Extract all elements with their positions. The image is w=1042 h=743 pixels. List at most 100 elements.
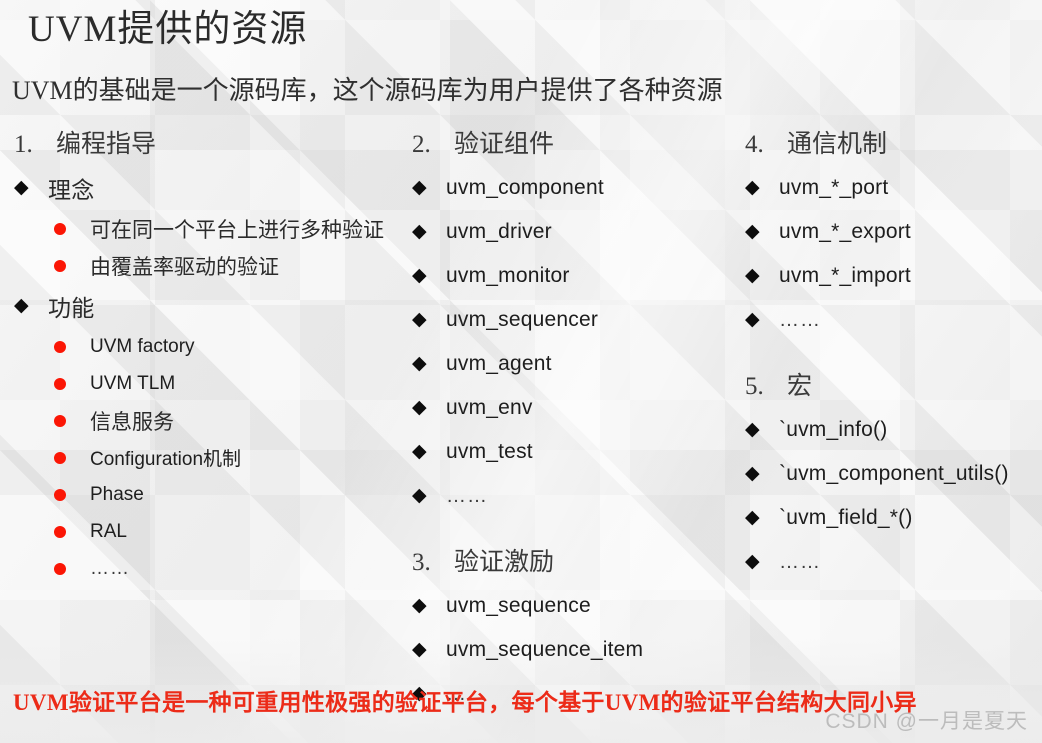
outline-item-bullet: …… <box>14 550 410 587</box>
outline-item-label: UVM factory <box>90 335 195 357</box>
outline-item-diamond: ◆ uvm_sequence_item <box>412 628 742 672</box>
diamond-bullet-icon: ◆ <box>745 220 760 242</box>
diamond-bullet-icon: ◆ <box>412 484 427 506</box>
outline-item-label: uvm_*_port <box>779 176 889 199</box>
diamond-bullet-icon: ◆ <box>412 594 427 616</box>
diamond-bullet-icon: ◆ <box>14 176 29 198</box>
section-number: 2. <box>412 131 431 158</box>
subtitle-text: UVM的基础是一个源码库，这个源码库为用户提供了各种资源 <box>12 76 723 105</box>
outline-item-label: `uvm_field_*() <box>779 506 913 529</box>
slide-content: UVM提供的资源 UVM的基础是一个源码库，这个源码库为用户提供了各种资源 1.… <box>0 0 1042 743</box>
outline-item-label: 信息服务 <box>90 409 174 434</box>
diamond-bullet-icon: ◆ <box>745 506 760 528</box>
page-title: UVM提供的资源 <box>28 9 308 50</box>
diamond-bullet-icon: ◆ <box>745 418 760 440</box>
red-dot-bullet-icon <box>54 525 90 538</box>
content-column-1: 1. 编程指导 ◆ 理念 可在同一个平台上进行多种验证 由覆盖率驱动的验证 ◆ 功能 UVM f… <box>14 130 410 587</box>
section-number: 3. <box>412 549 431 576</box>
red-dot-bullet-icon <box>54 340 90 353</box>
content-column-3: 4. 通信机制 ◆ uvm_*_port ◆ uvm_*_export ◆ uvm_*_imp… <box>745 130 1042 584</box>
section-heading-col-2-0: 2. 验证组件 <box>412 130 742 160</box>
diamond-bullet-icon: ◆ <box>412 440 427 462</box>
outline-item-diamond: ◆ uvm_env <box>412 386 742 430</box>
outline-item-label: uvm_sequence_item <box>446 638 644 661</box>
outline-item-bullet: RAL <box>14 513 410 550</box>
bottom-emphasis-note: UVM验证平台是一种可重用性极强的验证平台，每个基于UVM的验证平台结构大同小异 <box>13 690 917 715</box>
section-heading-col-1-0: 1. 编程指导 <box>14 130 410 160</box>
outline-item-label: UVM TLM <box>90 372 176 394</box>
outline-item-label: 功能 <box>48 296 95 321</box>
outline-item-diamond: ◆ …… <box>745 298 1042 342</box>
diamond-bullet-icon: ◆ <box>412 264 427 286</box>
diamond-bullet-icon: ◆ <box>412 396 427 418</box>
diamond-bullet-icon: ◆ <box>745 264 760 286</box>
diamond-bullet-icon: ◆ <box>412 308 427 330</box>
red-dot-bullet-icon <box>54 451 90 464</box>
section-heading-col-2-1: 3. 验证激励 <box>412 548 742 578</box>
section-heading-label: 宏 <box>787 373 813 400</box>
section-heading-label: 验证组件 <box>454 131 555 158</box>
red-dot-bullet-icon <box>54 562 90 575</box>
diamond-bullet-icon: ◆ <box>412 352 427 374</box>
outline-item-diamond: ◆ …… <box>745 540 1042 584</box>
outline-item-diamond: ◆ uvm_component <box>412 166 742 210</box>
outline-item-label: uvm_driver <box>446 220 552 243</box>
section-number: 4. <box>745 131 764 158</box>
slide-canvas: UVM提供的资源 UVM的基础是一个源码库，这个源码库为用户提供了各种资源 1.… <box>0 0 1042 743</box>
outline-item-label: `uvm_info() <box>779 418 888 441</box>
outline-item-diamond: ◆ uvm_sequence <box>412 584 742 628</box>
outline-item-bullet: UVM TLM <box>14 365 410 402</box>
outline-item-label: uvm_component <box>446 176 604 199</box>
outline-item-label: uvm_sequence <box>446 594 591 617</box>
outline-item-diamond: ◆ uvm_*_port <box>745 166 1042 210</box>
diamond-bullet-icon: ◆ <box>412 220 427 242</box>
outline-item-bullet: 由覆盖率驱动的验证 <box>14 247 410 284</box>
outline-item-bullet: UVM factory <box>14 328 410 365</box>
red-dot-bullet-icon <box>54 488 90 501</box>
outline-item-diamond: ◆ uvm_*_import <box>745 254 1042 298</box>
diamond-bullet-icon: ◆ <box>412 638 427 660</box>
outline-item-bullet: Phase <box>14 476 410 513</box>
section-heading-label: 编程指导 <box>56 131 157 158</box>
diamond-bullet-icon: ◆ <box>745 550 760 572</box>
outline-item-label: uvm_*_import <box>779 264 911 287</box>
outline-item-diamond: ◆ uvm_test <box>412 430 742 474</box>
outline-item-label: uvm_monitor <box>446 264 570 287</box>
diamond-bullet-icon: ◆ <box>745 462 760 484</box>
red-dot-bullet-icon <box>54 414 90 427</box>
outline-item-bullet: Configuration机制 <box>14 439 410 476</box>
outline-item-bullet: 信息服务 <box>14 402 410 439</box>
outline-item-diamond: ◆ `uvm_component_utils() <box>745 452 1042 496</box>
outline-item-diamond: ◆ uvm_driver <box>412 210 742 254</box>
diamond-bullet-icon: ◆ <box>412 176 427 198</box>
red-dot-bullet-icon <box>54 222 90 235</box>
outline-item-label: …… <box>446 484 488 507</box>
outline-item-diamond: ◆ uvm_*_export <box>745 210 1042 254</box>
diamond-bullet-icon: ◆ <box>745 176 760 198</box>
outline-item-label: uvm_sequencer <box>446 308 599 331</box>
outline-item-diamond: ◆ 理念 <box>14 166 410 210</box>
outline-item-label: 理念 <box>48 178 95 203</box>
section-number: 1. <box>14 131 33 158</box>
section-heading-label: 通信机制 <box>787 131 888 158</box>
red-dot-bullet-icon <box>54 259 90 272</box>
outline-item-label: 可在同一个平台上进行多种验证 <box>90 217 384 242</box>
outline-item-label: Phase <box>90 483 144 505</box>
section-heading-col-3-1: 5. 宏 <box>745 372 1042 402</box>
outline-item-diamond: ◆ uvm_monitor <box>412 254 742 298</box>
outline-item-label: `uvm_component_utils() <box>779 462 1009 485</box>
content-column-2: 2. 验证组件 ◆ uvm_component ◆ uvm_driver ◆ uvm_moni… <box>412 130 742 716</box>
outline-item-label: …… <box>779 308 821 331</box>
section-number: 5. <box>745 373 764 400</box>
outline-item-label: …… <box>90 557 130 579</box>
outline-item-label: 由覆盖率驱动的验证 <box>90 254 279 279</box>
diamond-bullet-icon: ◆ <box>745 308 760 330</box>
section-heading-col-3-0: 4. 通信机制 <box>745 130 1042 160</box>
outline-item-label: …… <box>779 550 821 573</box>
outline-item-diamond: ◆ uvm_sequencer <box>412 298 742 342</box>
outline-item-diamond: ◆ `uvm_field_*() <box>745 496 1042 540</box>
outline-item-diamond: ◆ 功能 <box>14 284 410 328</box>
outline-item-bullet: 可在同一个平台上进行多种验证 <box>14 210 410 247</box>
